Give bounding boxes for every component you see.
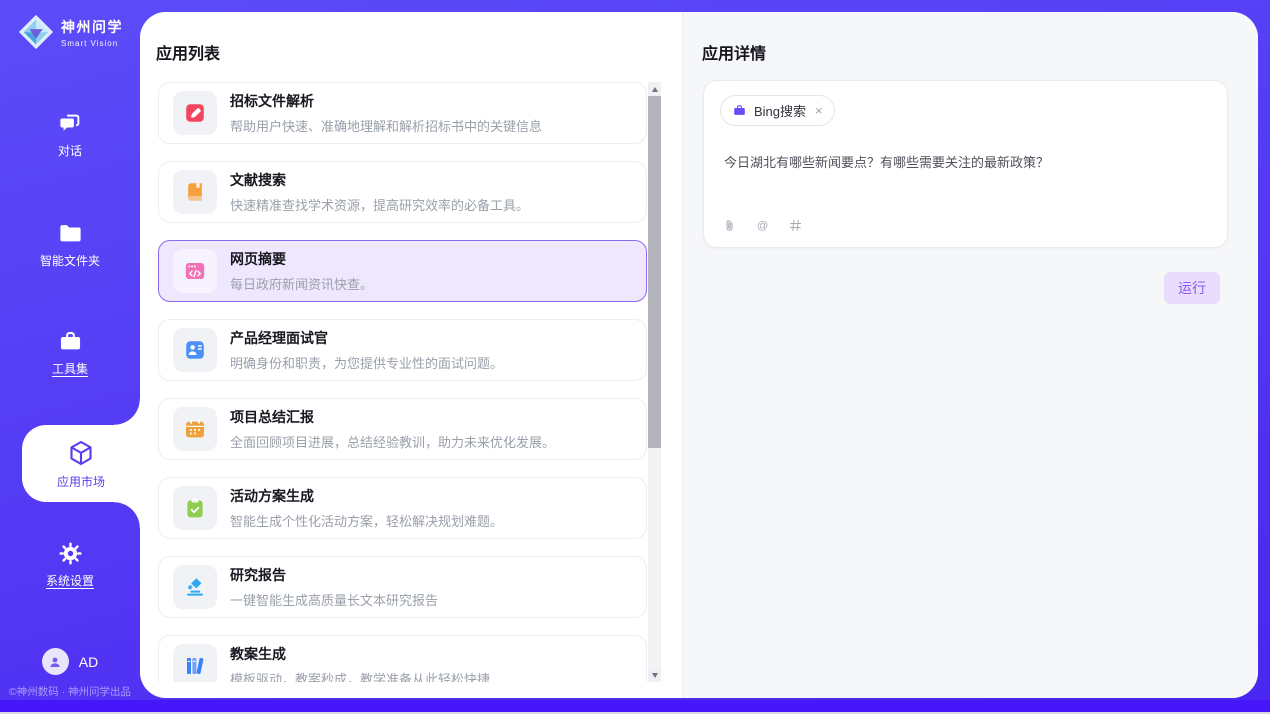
app-item-description: 全面回顾项目进展，总结经验教训，助力未来优化发展。 [230, 432, 555, 451]
app-detail-title: 应用详情 [702, 40, 766, 64]
sidebar-item-system-settings[interactable]: 系统设置 [0, 540, 140, 589]
app-item-title: 网页摘要 [230, 249, 373, 269]
brand-name: 神州问学 [61, 17, 123, 37]
scrollbar[interactable] [648, 82, 661, 682]
scrollbar-up-button[interactable] [648, 82, 661, 96]
sidebar: 神州问学 Smart Vision 对话智能文件夹工具集应用市场系统设置 AD … [0, 0, 140, 700]
interviewer-icon [183, 338, 207, 362]
sidebar-item-chat[interactable]: 对话 [0, 110, 140, 159]
tool-chip-label: Bing搜索 [754, 101, 806, 120]
app-item-title: 教案生成 [230, 644, 490, 664]
app-item-description: 帮助用户快速、准确地理解和解析招标书中的关键信息 [230, 116, 542, 135]
folder-icon [0, 220, 140, 247]
app-list-item-bid-document-analysis[interactable]: 招标文件解析帮助用户快速、准确地理解和解析招标书中的关键信息 [158, 82, 647, 144]
brand-logo: 神州问学 Smart Vision [0, 13, 140, 51]
avatar[interactable] [42, 648, 69, 675]
sidebar-footer: ©神州数码 · 神州问学出品 [0, 684, 140, 699]
user-label: AD [79, 654, 98, 670]
app-item-title: 研究报告 [230, 565, 438, 585]
user-icon [47, 654, 63, 670]
sidebar-item-toolset[interactable]: 工具集 [0, 328, 140, 377]
research-icon [183, 575, 207, 599]
content-card: 应用列表 招标文件解析帮助用户快速、准确地理解和解析招标书中的关键信息文献搜索快… [140, 12, 1258, 698]
sidebar-item-label: 系统设置 [0, 572, 140, 589]
toolbox-icon [0, 328, 140, 355]
books-icon [183, 654, 207, 678]
user-row: AD [0, 648, 140, 675]
briefcase-icon [732, 103, 747, 118]
app-list-item-literature-search[interactable]: 文献搜索快速精准查找学术资源，提高研究效率的必备工具。 [158, 161, 647, 223]
app-icon-container [173, 91, 217, 135]
sidebar-item-label: 对话 [0, 142, 140, 159]
app-icon-container [173, 170, 217, 214]
prompt-text[interactable]: 今日湖北有哪些新闻要点？有哪些需要关注的最新政策？ [724, 153, 1203, 173]
app-item-title: 产品经理面试官 [230, 328, 503, 348]
app-icon-container [173, 644, 217, 682]
app-icon-container [173, 565, 217, 609]
sidebar-item-app-market[interactable]: 应用市场 [22, 425, 140, 502]
app-icon-container [173, 407, 217, 451]
at-icon[interactable]: @ [754, 217, 771, 234]
book-icon [183, 180, 207, 204]
brand-tagline: Smart Vision [61, 39, 123, 48]
app-item-title: 活动方案生成 [230, 486, 503, 506]
app-icon-container [173, 486, 217, 530]
tool-chip-bing-search[interactable]: Bing搜索 × [720, 95, 835, 126]
app-icon-container [173, 249, 217, 293]
hash-icon[interactable] [787, 217, 804, 234]
app-list-item-project-summary-report[interactable]: 项目总结汇报全面回顾项目进展，总结经验教训，助力未来优化发展。 [158, 398, 647, 460]
app-detail-panel: 应用详情 Bing搜索 × 今日湖北有哪些新闻要点？有哪些需要关注的最新政策？ … [682, 12, 1258, 698]
prompt-card[interactable]: Bing搜索 × 今日湖北有哪些新闻要点？有哪些需要关注的最新政策？ @ [703, 80, 1228, 248]
app-item-description: 明确身份和职责，为您提供专业性的面试问题。 [230, 353, 503, 372]
app-list-item-event-plan-generation[interactable]: 活动方案生成智能生成个性化活动方案，轻松解决规划难题。 [158, 477, 647, 539]
app-item-description: 一键智能生成高质量长文本研究报告 [230, 590, 438, 609]
gear-icon [0, 540, 140, 567]
run-button[interactable]: 运行 [1164, 272, 1220, 304]
app-item-title: 项目总结汇报 [230, 407, 555, 427]
cube-icon [66, 438, 96, 468]
webpage-code-icon [183, 259, 207, 283]
sidebar-item-smart-folder[interactable]: 智能文件夹 [0, 220, 140, 269]
app-list-item-webpage-summary[interactable]: 网页摘要每日政府新闻资讯快查。 [158, 240, 647, 302]
paperclip-icon[interactable] [721, 217, 738, 234]
app-list-item-research-report[interactable]: 研究报告一键智能生成高质量长文本研究报告 [158, 556, 647, 618]
app-list-item-lesson-plan-generation[interactable]: 教案生成模板驱动，教案秒成，教学准备从此轻松快捷 [158, 635, 647, 682]
chat-icon [0, 110, 140, 137]
app-item-description: 智能生成个性化活动方案，轻松解决规划难题。 [230, 511, 503, 530]
app-item-description: 每日政府新闻资讯快查。 [230, 274, 373, 293]
app-item-title: 招标文件解析 [230, 91, 542, 111]
app-list-title: 应用列表 [156, 40, 220, 64]
triangle-down-icon [652, 673, 658, 678]
clipboard-check-icon [183, 496, 207, 520]
sidebar-item-label: 智能文件夹 [0, 252, 140, 269]
app-item-title: 文献搜索 [230, 170, 529, 190]
app-list-panel: 应用列表 招标文件解析帮助用户快速、准确地理解和解析招标书中的关键信息文献搜索快… [140, 12, 682, 698]
app-item-description: 模板驱动，教案秒成，教学准备从此轻松快捷 [230, 669, 490, 682]
scrollbar-thumb[interactable] [648, 96, 661, 448]
app-list-item-pm-interviewer[interactable]: 产品经理面试官明确身份和职责，为您提供专业性的面试问题。 [158, 319, 647, 381]
calendar-report-icon [183, 417, 207, 441]
scrollbar-down-button[interactable] [648, 668, 661, 682]
triangle-up-icon [652, 87, 658, 92]
prompt-toolbar: @ [721, 217, 804, 234]
chip-close-icon[interactable]: × [815, 103, 823, 118]
svg-text:@: @ [757, 220, 769, 232]
diamond-logo-icon [17, 13, 55, 51]
bottom-bar [0, 700, 1270, 712]
sidebar-item-label: 应用市场 [57, 473, 105, 490]
bid-edit-icon [183, 101, 207, 125]
app-list: 招标文件解析帮助用户快速、准确地理解和解析招标书中的关键信息文献搜索快速精准查找… [158, 82, 647, 682]
app-icon-container [173, 328, 217, 372]
app-item-description: 快速精准查找学术资源，提高研究效率的必备工具。 [230, 195, 529, 214]
sidebar-item-label: 工具集 [0, 360, 140, 377]
